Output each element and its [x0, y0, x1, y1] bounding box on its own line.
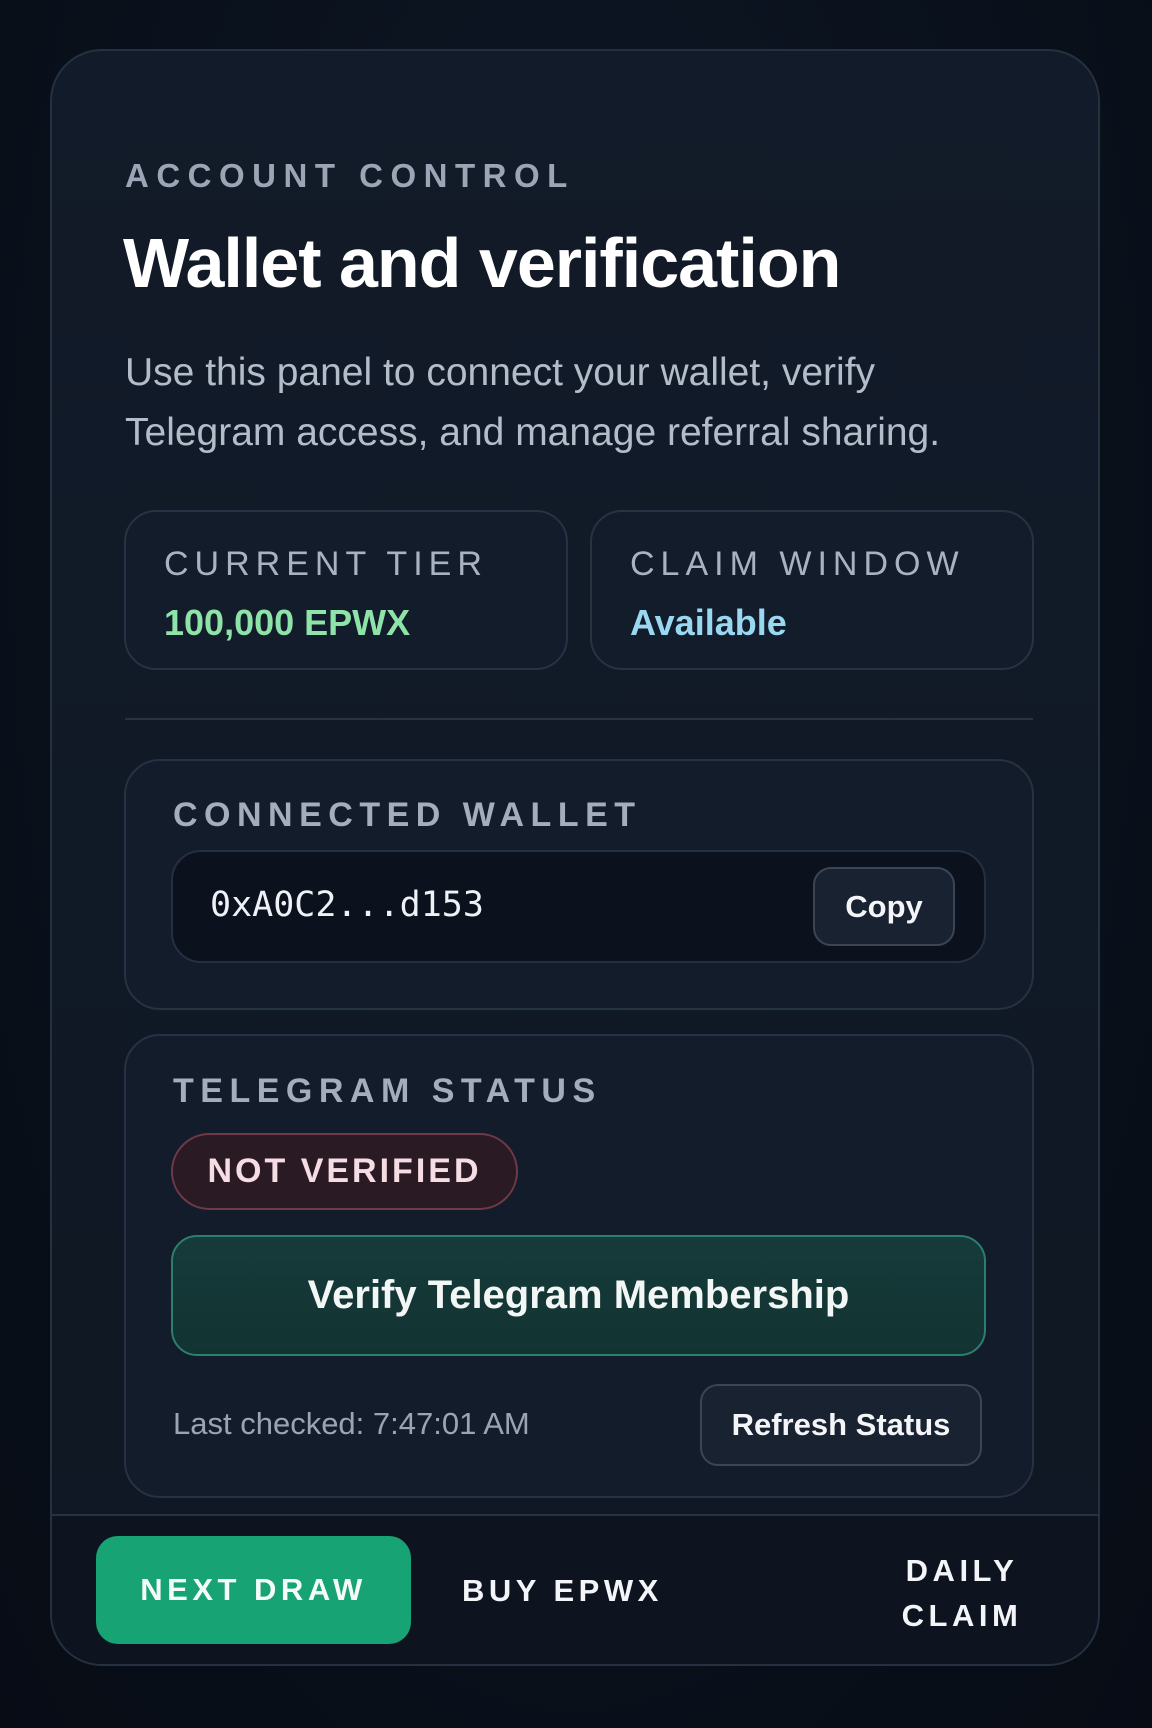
- section-eyebrow: ACCOUNT CONTROL: [125, 157, 575, 194]
- last-checked-text: Last checked: 7:47:01 AM: [173, 1406, 530, 1441]
- claim-window-label: CLAIM WINDOW: [630, 545, 965, 583]
- copy-address-button[interactable]: Copy: [813, 867, 955, 946]
- nav-daily-claim-line1: DAILY: [905, 1553, 1019, 1588]
- current-tier-value: 100,000 EPWX: [164, 602, 411, 643]
- account-control-card: ACCOUNT CONTROL Wallet and verification …: [50, 49, 1100, 1666]
- wallet-address: 0xA0C2...d153: [210, 885, 484, 925]
- section-divider: [125, 718, 1033, 720]
- nav-daily-claim-line2: CLAIM: [901, 1598, 1023, 1633]
- wallet-address-field: 0xA0C2...d153 Copy: [171, 850, 986, 963]
- nav-buy-epwx-button[interactable]: BUY EPWX: [462, 1573, 662, 1609]
- current-tier-label: CURRENT TIER: [164, 545, 488, 583]
- connected-wallet-panel: CONNECTED WALLET 0xA0C2...d153 Copy: [124, 759, 1034, 1010]
- nav-next-draw-button[interactable]: NEXT DRAW: [96, 1536, 411, 1644]
- refresh-status-button[interactable]: Refresh Status: [700, 1384, 982, 1466]
- claim-window-value: Available: [630, 602, 787, 643]
- bottom-navigation: NEXT DRAW BUY EPWX DAILY CLAIM: [52, 1514, 1098, 1664]
- telegram-status-panel: TELEGRAM STATUS NOT VERIFIED Verify Tele…: [124, 1034, 1034, 1498]
- telegram-status-label: TELEGRAM STATUS: [173, 1072, 602, 1110]
- nav-daily-claim-button[interactable]: DAILY CLAIM: [892, 1548, 1032, 1638]
- status-badge: NOT VERIFIED: [171, 1133, 518, 1210]
- connected-wallet-label: CONNECTED WALLET: [173, 796, 642, 834]
- page-title: Wallet and verification: [123, 224, 841, 302]
- current-tier-card: CURRENT TIER 100,000 EPWX: [124, 510, 568, 670]
- page-description: Use this panel to connect your wallet, v…: [125, 351, 941, 454]
- verify-telegram-button[interactable]: Verify Telegram Membership: [171, 1235, 986, 1356]
- claim-window-card: CLAIM WINDOW Available: [590, 510, 1034, 670]
